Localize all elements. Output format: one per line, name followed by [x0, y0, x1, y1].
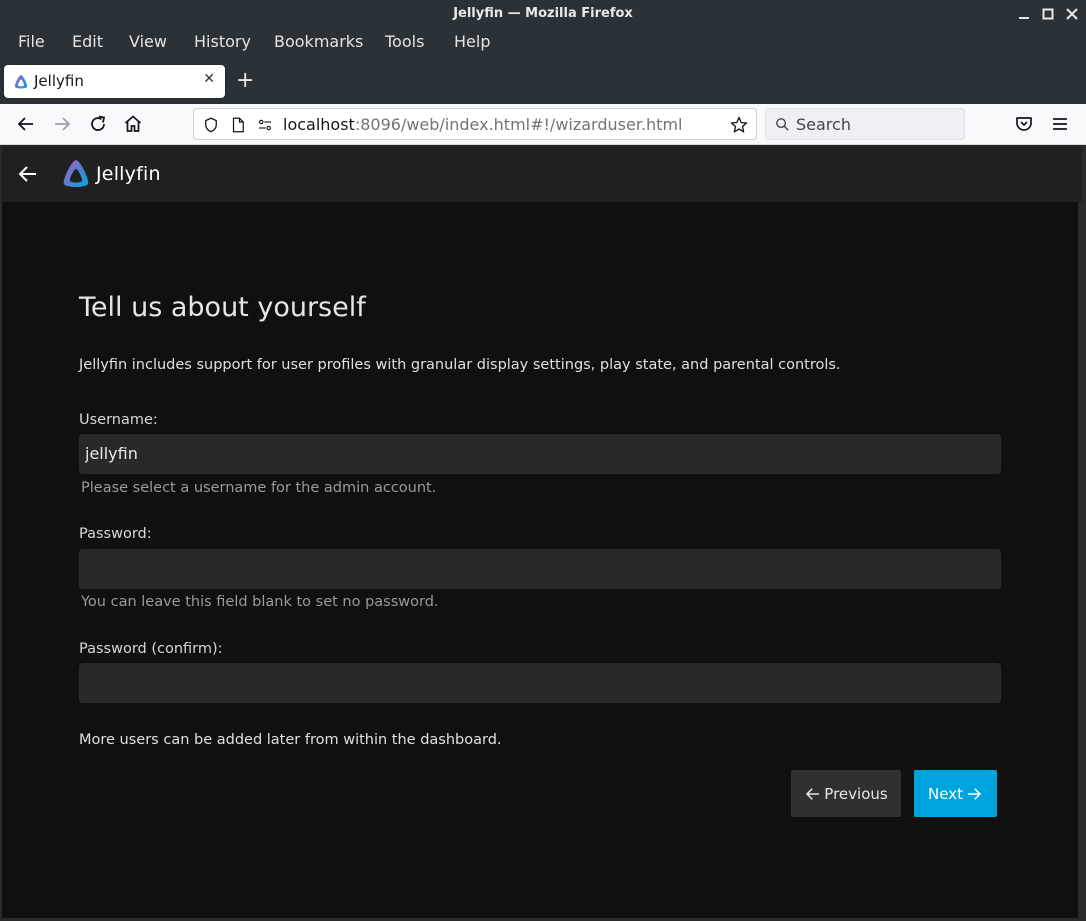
url-text[interactable]: localhost:8096/web/index.html#!/wizardus…	[283, 115, 682, 134]
username-help: Please select a username for the admin a…	[81, 480, 437, 496]
page-info-icon[interactable]	[229, 116, 247, 134]
menu-help[interactable]: Help	[454, 32, 490, 51]
page-title: Tell us about yourself	[79, 292, 366, 323]
arrow-left-icon	[806, 787, 820, 800]
password-label: Password:	[79, 526, 152, 542]
footer-note: More users can be added later from withi…	[79, 732, 502, 748]
arrow-right-icon	[967, 787, 982, 800]
permissions-icon[interactable]	[256, 116, 274, 134]
previous-button[interactable]: Previous	[791, 770, 901, 817]
intro-text: Jellyfin includes support for user profi…	[79, 357, 841, 373]
search-placeholder: Search	[796, 115, 851, 134]
forward-icon[interactable]	[50, 112, 74, 136]
home-icon[interactable]	[121, 112, 145, 136]
wizard-user-page: Tell us about yourself Jellyfin includes…	[2, 202, 1078, 918]
menubar: File Edit View History Bookmarks Tools H…	[0, 28, 1086, 58]
maximize-icon[interactable]	[1038, 4, 1058, 24]
password-confirm-label: Password (confirm):	[79, 641, 223, 657]
menu-bookmarks[interactable]: Bookmarks	[274, 32, 363, 51]
search-bar[interactable]: Search	[765, 108, 965, 140]
navigation-toolbar: localhost:8096/web/index.html#!/wizardus…	[0, 104, 1086, 145]
previous-button-label: Previous	[824, 784, 888, 803]
bookmark-star-icon[interactable]	[729, 115, 749, 135]
url-path: :8096/web/index.html#!/wizarduser.html	[354, 115, 683, 134]
new-tab-icon[interactable]: +	[236, 70, 254, 92]
menu-edit[interactable]: Edit	[72, 32, 103, 51]
reload-icon[interactable]	[86, 112, 110, 136]
menu-view[interactable]: View	[129, 32, 167, 51]
hamburger-menu-icon[interactable]	[1048, 112, 1072, 136]
password-help: You can leave this field blank to set no…	[81, 594, 439, 610]
password-input[interactable]	[79, 549, 1001, 589]
window-title: Jellyfin — Mozilla Firefox	[453, 6, 633, 21]
app-header: Jellyfin	[2, 146, 1082, 202]
menu-history[interactable]: History	[194, 32, 251, 51]
minimize-icon[interactable]	[1014, 4, 1034, 24]
tab-strip: Jellyfin ✕ +	[0, 58, 1086, 104]
back-icon[interactable]	[14, 112, 38, 136]
close-window-icon[interactable]	[1062, 4, 1082, 24]
pocket-icon[interactable]	[1012, 112, 1036, 136]
tab-close-icon[interactable]: ✕	[203, 71, 215, 87]
app-back-icon[interactable]	[16, 162, 40, 186]
tracking-shield-icon[interactable]	[202, 116, 220, 134]
url-bar[interactable]: localhost:8096/web/index.html#!/wizardus…	[193, 108, 757, 140]
tab-label: Jellyfin	[34, 72, 84, 90]
app-name: Jellyfin	[96, 163, 161, 185]
jellyfin-favicon-icon	[14, 75, 28, 89]
window-titlebar: Jellyfin — Mozilla Firefox	[0, 0, 1086, 28]
next-button-label: Next	[928, 784, 963, 803]
jellyfin-logo-icon	[63, 160, 89, 187]
menu-file[interactable]: File	[18, 32, 45, 51]
search-icon	[776, 118, 789, 131]
password-confirm-input[interactable]	[79, 663, 1001, 703]
username-label: Username:	[79, 412, 158, 428]
url-host: localhost	[283, 115, 355, 134]
username-input[interactable]	[79, 434, 1001, 474]
tab-jellyfin[interactable]: Jellyfin ✕	[4, 65, 225, 98]
next-button[interactable]: Next	[914, 770, 997, 817]
menu-tools[interactable]: Tools	[385, 32, 424, 51]
